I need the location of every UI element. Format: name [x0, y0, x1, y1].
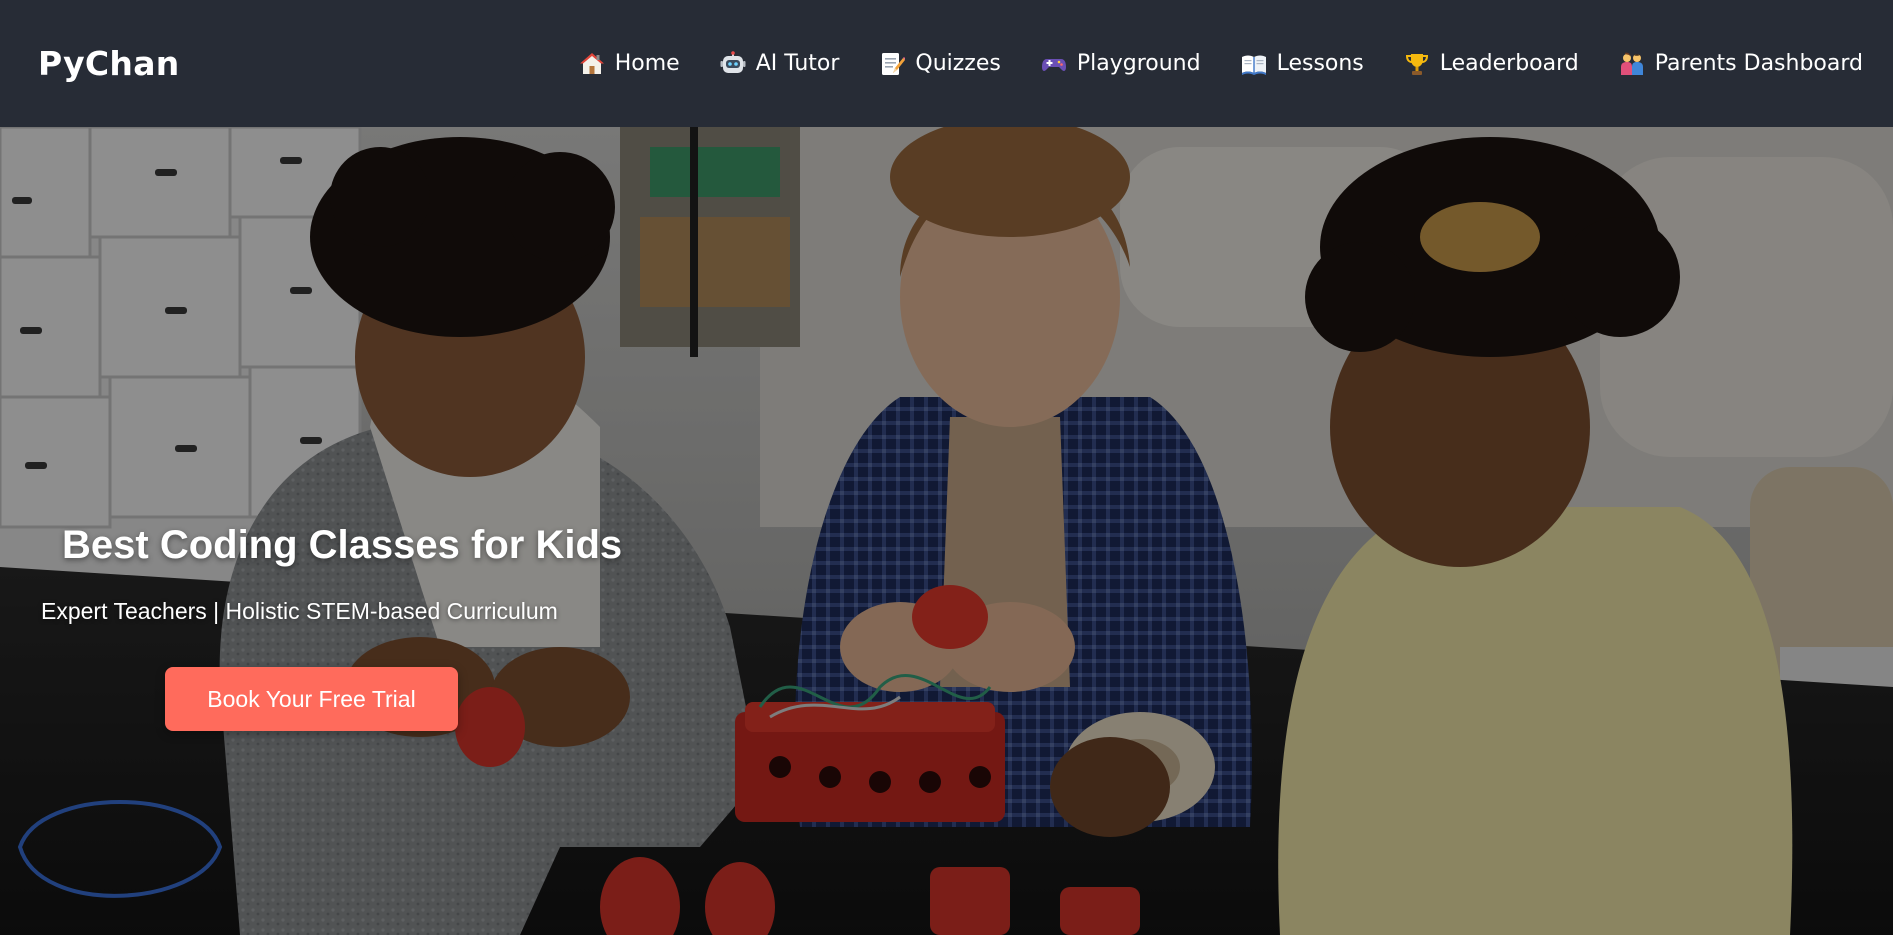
- nav-quizzes-label: Quizzes: [915, 51, 1001, 76]
- trophy-icon: [1404, 51, 1430, 77]
- nav-home-label: Home: [614, 51, 680, 76]
- hero-section: Best Coding Classes for Kids Expert Teac…: [0, 127, 1893, 935]
- nav-ai-tutor-label: AI Tutor: [755, 51, 840, 76]
- hero-title: Best Coding Classes for Kids: [62, 523, 623, 567]
- brand-logo[interactable]: PyChan: [38, 44, 180, 83]
- nav-home[interactable]: Home: [579, 51, 680, 77]
- family-icon: [1619, 51, 1645, 77]
- open-book-icon: [1241, 51, 1267, 77]
- nav-parents-dashboard-label: Parents Dashboard: [1654, 51, 1863, 76]
- nav-ai-tutor[interactable]: AI Tutor: [720, 50, 840, 77]
- robot-icon: [720, 50, 746, 77]
- nav-playground[interactable]: Playground: [1041, 51, 1201, 77]
- nav-playground-label: Playground: [1076, 51, 1201, 76]
- nav-leaderboard[interactable]: Leaderboard: [1404, 51, 1579, 77]
- nav-parents-dashboard[interactable]: Parents Dashboard: [1619, 51, 1863, 77]
- nav-lessons[interactable]: Lessons: [1241, 51, 1364, 77]
- book-free-trial-button[interactable]: Book Your Free Trial: [165, 667, 458, 731]
- game-controller-icon: [1041, 51, 1067, 77]
- hero-subtitle: Expert Teachers | Holistic STEM-based Cu…: [41, 598, 558, 624]
- nav-lessons-label: Lessons: [1276, 51, 1364, 76]
- memo-icon: [879, 51, 906, 77]
- house-icon: [579, 51, 605, 77]
- main-nav: Home AI Tutor Quizzes Playground Lessons…: [579, 50, 1863, 77]
- nav-quizzes[interactable]: Quizzes: [879, 51, 1001, 77]
- nav-leaderboard-label: Leaderboard: [1439, 51, 1579, 76]
- navbar: PyChan Home AI Tutor Quizzes Playground …: [0, 0, 1893, 127]
